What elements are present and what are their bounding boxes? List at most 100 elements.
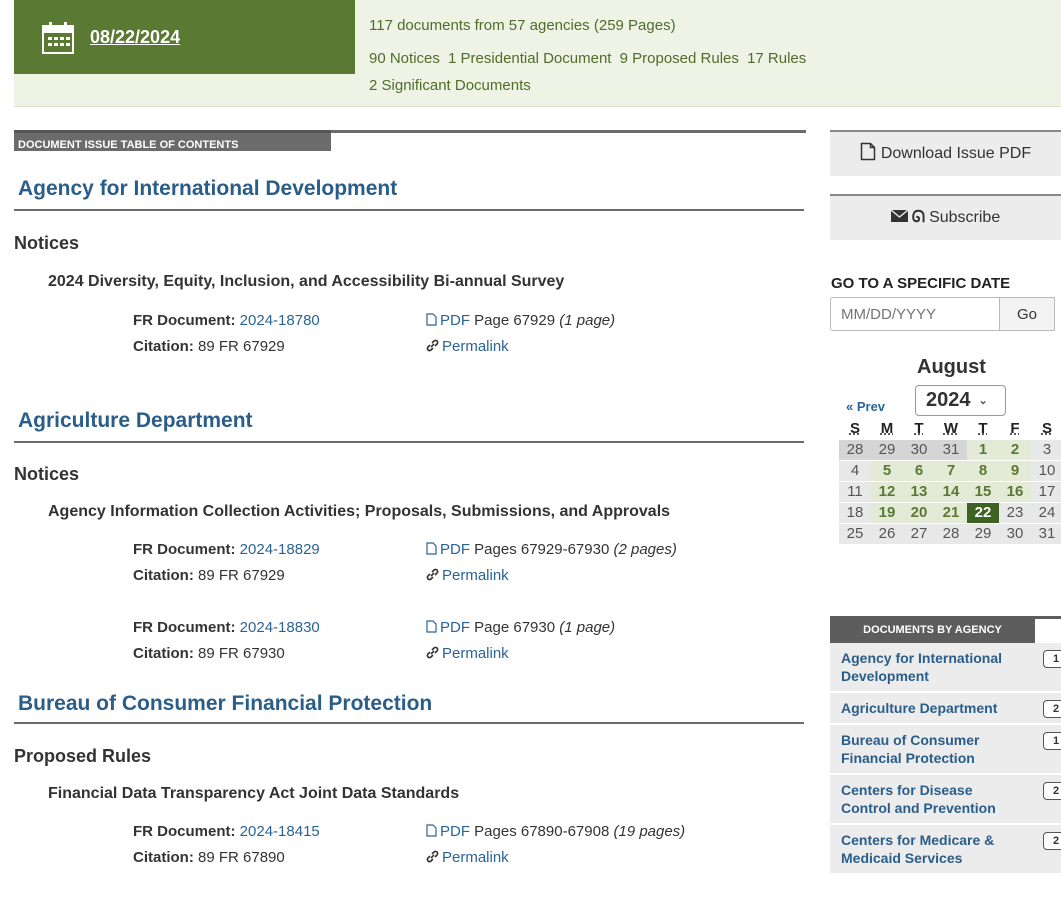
calendar-month: August bbox=[917, 356, 986, 378]
permalink-link[interactable]: Permalink bbox=[442, 849, 509, 866]
calendar-day[interactable]: 9 bbox=[999, 461, 1031, 481]
year-select[interactable]: 2024 ⌄ bbox=[915, 385, 1006, 416]
permalink-link[interactable]: Permalink bbox=[442, 567, 509, 584]
agency-list-item[interactable]: Agency for International Development 1 bbox=[830, 643, 1061, 693]
document-type-heading: Proposed Rules bbox=[14, 746, 152, 766]
fr-document-link[interactable]: 2024-18780 bbox=[240, 312, 320, 329]
significant-documents-link[interactable]: 2 Significant Documents bbox=[369, 77, 531, 94]
calendar-day: 18 bbox=[839, 503, 871, 523]
calendar-day[interactable]: 6 bbox=[903, 461, 935, 481]
rss-icon: ᘏ bbox=[911, 209, 926, 226]
agency-divider bbox=[14, 209, 804, 211]
weekday: T bbox=[914, 420, 924, 437]
agency-list-name: Centers for Disease Control and Preventi… bbox=[841, 782, 996, 816]
calendar-day: 10 bbox=[1031, 461, 1061, 481]
pdf-link[interactable]: PDF bbox=[440, 312, 470, 329]
agency-list-name: Agriculture Department bbox=[841, 700, 998, 716]
calendar-day: 28 bbox=[935, 524, 967, 544]
presidential-count[interactable]: 1 Presidential Document bbox=[448, 50, 611, 67]
calendar-day: 3 bbox=[1031, 440, 1061, 460]
calendar-day: 26 bbox=[871, 524, 903, 544]
pdf-link[interactable]: PDF bbox=[440, 823, 470, 840]
year-value: 2024 bbox=[926, 389, 971, 411]
citation: Citation: 89 FR 67930 bbox=[133, 645, 285, 662]
pdf-icon bbox=[860, 142, 876, 166]
calendar-week: 18 19 20 21 22 23 24 bbox=[839, 503, 1061, 523]
pdf-link[interactable]: PDF bbox=[440, 619, 470, 636]
link-icon bbox=[426, 646, 439, 663]
calendar-day[interactable]: 1 bbox=[967, 440, 999, 460]
calendar-day[interactable]: 20 bbox=[903, 503, 935, 523]
envelope-icon bbox=[890, 209, 909, 227]
header-divider bbox=[14, 106, 1061, 107]
weekday: T bbox=[978, 420, 988, 437]
document-title: Financial Data Transparency Act Joint Da… bbox=[48, 785, 460, 802]
calendar-week: 4 5 6 7 8 9 10 bbox=[839, 461, 1061, 481]
calendar-day[interactable]: 15 bbox=[967, 482, 999, 502]
calendar-week: 11 12 13 14 15 16 17 bbox=[839, 482, 1061, 502]
calendar-day[interactable]: 7 bbox=[935, 461, 967, 481]
permalink-row: Permalink bbox=[426, 567, 509, 585]
citation: Citation: 89 FR 67890 bbox=[133, 849, 285, 866]
chevron-down-icon: ⌄ bbox=[978, 395, 988, 407]
documents-by-agency-list: Agency for International Development 1 A… bbox=[830, 643, 1061, 875]
calendar-icon bbox=[42, 21, 74, 54]
agency-list-item[interactable]: Bureau of Consumer Financial Protection … bbox=[830, 725, 1061, 775]
download-label: Download Issue PDF bbox=[880, 145, 1032, 162]
link-icon bbox=[426, 850, 439, 867]
link-icon bbox=[426, 339, 439, 356]
permalink-link[interactable]: Permalink bbox=[442, 338, 509, 355]
fr-document: FR Document: 2024-18830 bbox=[133, 619, 320, 636]
calendar-day[interactable]: 12 bbox=[871, 482, 903, 502]
calendar-day: 17 bbox=[1031, 482, 1061, 502]
calendar-day: 4 bbox=[839, 461, 871, 481]
calendar-day[interactable]: 14 bbox=[935, 482, 967, 502]
agency-list-item[interactable]: Centers for Medicare & Medicaid Services… bbox=[830, 825, 1061, 875]
fr-document-link[interactable]: 2024-18830 bbox=[240, 619, 320, 636]
permalink-link[interactable]: Permalink bbox=[442, 645, 509, 662]
calendar-day[interactable]: 16 bbox=[999, 482, 1031, 502]
notices-count[interactable]: 90 Notices bbox=[369, 50, 440, 67]
pdf-link[interactable]: PDF bbox=[440, 541, 470, 558]
calendar-day: 31 bbox=[1031, 524, 1061, 544]
calendar-day[interactable]: 5 bbox=[871, 461, 903, 481]
fr-document-link[interactable]: 2024-18829 bbox=[240, 541, 320, 558]
proposed-rules-count[interactable]: 9 Proposed Rules bbox=[620, 50, 739, 67]
calendar-day[interactable]: 8 bbox=[967, 461, 999, 481]
calendar-day: 11 bbox=[839, 482, 871, 502]
agency-list-item[interactable]: Agriculture Department 2 bbox=[830, 693, 1061, 725]
weekday: S bbox=[849, 420, 860, 437]
agency-count-badge: 1 bbox=[1043, 732, 1061, 750]
subscribe-button[interactable]: ᘏ Subscribe bbox=[830, 194, 1061, 240]
date-input[interactable] bbox=[830, 297, 1000, 331]
go-button[interactable]: Go bbox=[999, 297, 1055, 331]
table-of-contents: DOCUMENT ISSUE TABLE OF CONTENTS Agency … bbox=[14, 130, 806, 907]
agency-heading[interactable]: Agriculture Department bbox=[18, 409, 253, 433]
calendar-day[interactable]: 2 bbox=[999, 440, 1031, 460]
calendar-day[interactable]: 13 bbox=[903, 482, 935, 502]
calendar-grid: S M T W T F S 28 29 30 31 1 2 3 4 5 6 7 … bbox=[839, 420, 1061, 545]
agency-heading[interactable]: Bureau of Consumer Financial Protection bbox=[18, 692, 432, 716]
weekday: F bbox=[1010, 420, 1020, 437]
fr-document-link[interactable]: 2024-18415 bbox=[240, 823, 320, 840]
calendar-day: 29 bbox=[967, 524, 999, 544]
prev-month-link[interactable]: « Prev bbox=[846, 399, 885, 414]
calendar-weekdays: S M T W T F S bbox=[839, 420, 1061, 440]
fr-document: FR Document: 2024-18780 bbox=[133, 312, 320, 329]
calendar-day[interactable]: 21 bbox=[935, 503, 967, 523]
download-issue-pdf-button[interactable]: Download Issue PDF bbox=[830, 130, 1061, 176]
issue-date-link[interactable]: 08/22/2024 bbox=[90, 27, 180, 48]
calendar-day-selected[interactable]: 22 bbox=[967, 503, 999, 523]
calendar-day[interactable]: 19 bbox=[871, 503, 903, 523]
agency-list-item[interactable]: Centers for Disease Control and Preventi… bbox=[830, 775, 1061, 825]
pdf-icon bbox=[426, 313, 437, 330]
calendar-week: 25 26 27 28 29 30 31 bbox=[839, 524, 1061, 544]
fr-document: FR Document: 2024-18415 bbox=[133, 823, 320, 840]
citation: Citation: 89 FR 67929 bbox=[133, 567, 285, 584]
rules-count[interactable]: 17 Rules bbox=[747, 50, 806, 67]
calendar-day: 31 bbox=[935, 440, 967, 460]
link-icon bbox=[426, 568, 439, 585]
sidebar: Download Issue PDF ᘏ Subscribe GO TO A S… bbox=[830, 130, 1061, 907]
agency-heading[interactable]: Agency for International Development bbox=[18, 177, 397, 201]
agency-list-name: Bureau of Consumer Financial Protection bbox=[841, 732, 980, 766]
